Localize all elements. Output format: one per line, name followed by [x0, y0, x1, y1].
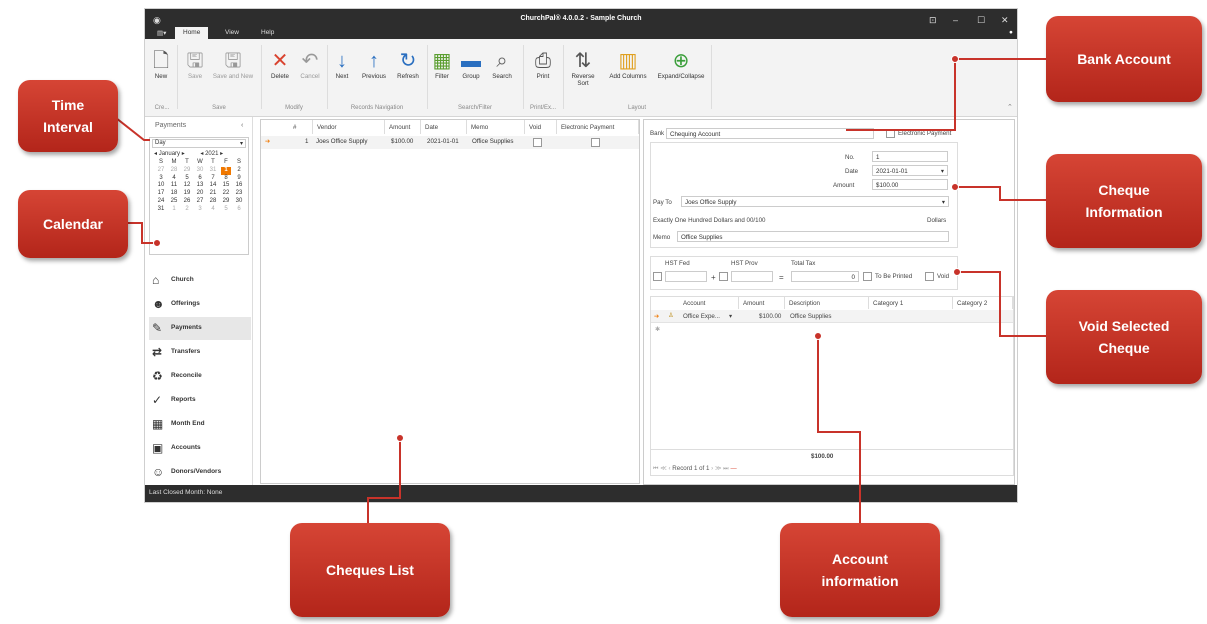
callout-line-void — [958, 271, 1046, 337]
callout-account-information: Account information — [780, 523, 940, 617]
callout-cheque-information: Cheque Information — [1046, 154, 1202, 248]
callout-line-calendar — [128, 222, 156, 244]
callout-line-time — [115, 117, 150, 141]
callout-line-account — [817, 336, 861, 523]
callout-dot — [951, 55, 959, 63]
callout-line-list — [367, 440, 401, 523]
callout-calendar: Calendar — [18, 190, 128, 258]
callout-dot — [153, 239, 161, 247]
callout-time-interval: Time Interval — [18, 80, 118, 152]
callout-bank-account: Bank Account — [1046, 16, 1202, 102]
callout-line-cheque — [956, 186, 1046, 201]
callout-lines — [115, 58, 1046, 523]
callout-cheques-list: Cheques List — [290, 523, 450, 617]
callout-dot — [953, 268, 961, 276]
callout-dot — [396, 434, 404, 442]
callout-void-selected-cheque: Void Selected Cheque — [1046, 290, 1202, 384]
callout-dot — [814, 332, 822, 340]
callout-dot — [951, 183, 959, 191]
callout-line-bank — [846, 58, 1046, 131]
